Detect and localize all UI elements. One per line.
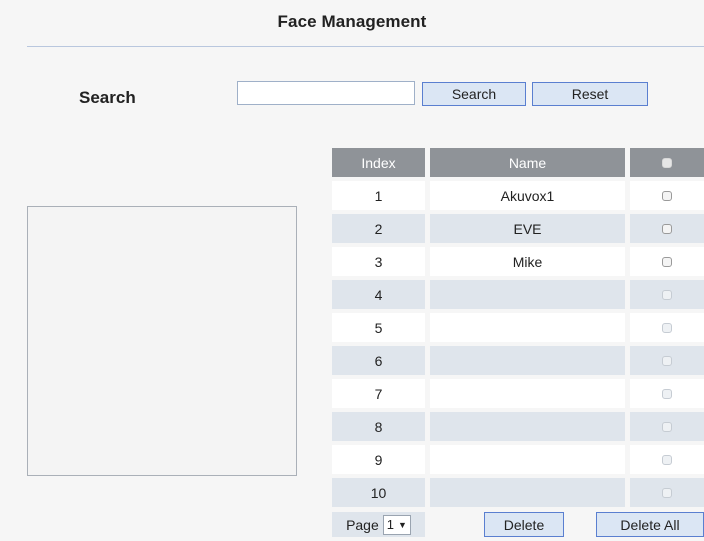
search-label: Search	[79, 88, 136, 107]
row-checkbox[interactable]	[662, 190, 672, 201]
row-checkbox-cell[interactable]	[630, 445, 704, 474]
triangle-down-icon: ▼	[398, 519, 407, 530]
row-checkbox-cell[interactable]	[630, 346, 704, 375]
table-row: 1 Akuvox1	[332, 179, 704, 212]
table-row: 10	[332, 476, 704, 509]
row-checkbox[interactable]	[662, 256, 672, 267]
row-checkbox-cell[interactable]	[630, 280, 704, 309]
search-button[interactable]: Search	[422, 82, 526, 106]
row-name	[430, 280, 625, 309]
row-checkbox[interactable]	[662, 355, 672, 366]
pager: Page 1 ▼	[332, 512, 425, 537]
header-name: Name	[430, 148, 625, 177]
row-index: 4	[332, 280, 425, 309]
row-checkbox[interactable]	[662, 388, 672, 399]
table-row: 2 EVE	[332, 212, 704, 245]
select-all-checkbox[interactable]	[662, 157, 672, 168]
row-index: 6	[332, 346, 425, 375]
row-checkbox-cell[interactable]	[630, 247, 704, 276]
row-index: 10	[332, 478, 425, 507]
row-checkbox[interactable]	[662, 454, 672, 465]
row-checkbox-cell[interactable]	[630, 478, 704, 507]
table-row: 4	[332, 278, 704, 311]
row-index: 7	[332, 379, 425, 408]
face-table: Index Name 1 Akuvox1 2 EVE 3 Mike 4 5 6 7 8 9 10	[332, 146, 704, 509]
page-title: Face Management	[277, 12, 427, 31]
row-name	[430, 313, 625, 342]
row-checkbox-cell[interactable]	[630, 412, 704, 441]
row-name: Akuvox1	[430, 181, 625, 210]
page-select[interactable]: 1 ▼	[382, 514, 411, 535]
row-name: Mike	[430, 247, 625, 276]
header-select-all[interactable]	[630, 148, 704, 177]
row-index: 5	[332, 313, 425, 342]
table-row: 9	[332, 443, 704, 476]
row-name: EVE	[430, 214, 625, 243]
row-checkbox-cell[interactable]	[630, 379, 704, 408]
row-checkbox[interactable]	[662, 289, 672, 300]
row-name	[430, 379, 625, 408]
table-footer: Page 1 ▼ Delete Delete All	[332, 512, 704, 537]
header-index: Index	[332, 148, 425, 177]
face-preview-box	[27, 206, 297, 476]
table-row: 8	[332, 410, 704, 443]
row-name	[430, 412, 625, 441]
row-index: 1	[332, 181, 425, 210]
row-index: 9	[332, 445, 425, 474]
row-name	[430, 445, 625, 474]
row-checkbox[interactable]	[662, 421, 672, 432]
row-checkbox-cell[interactable]	[630, 181, 704, 210]
row-name	[430, 346, 625, 375]
title-divider	[27, 46, 704, 47]
row-checkbox[interactable]	[662, 487, 672, 498]
reset-button[interactable]: Reset	[532, 82, 648, 106]
row-index: 2	[332, 214, 425, 243]
row-checkbox-cell[interactable]	[630, 313, 704, 342]
row-name	[430, 478, 625, 507]
table-row: 3 Mike	[332, 245, 704, 278]
row-index: 3	[332, 247, 425, 276]
search-input[interactable]	[237, 81, 415, 105]
table-row: 7	[332, 377, 704, 410]
page-select-value: 1	[386, 517, 394, 532]
page-label: Page	[346, 516, 379, 533]
delete-all-button[interactable]: Delete All	[596, 512, 704, 537]
table-row: 6	[332, 344, 704, 377]
row-index: 8	[332, 412, 425, 441]
table-header: Index Name	[332, 146, 704, 179]
row-checkbox[interactable]	[662, 322, 672, 333]
row-checkbox[interactable]	[662, 223, 672, 234]
table-row: 5	[332, 311, 704, 344]
delete-button[interactable]: Delete	[484, 512, 564, 537]
row-checkbox-cell[interactable]	[630, 214, 704, 243]
